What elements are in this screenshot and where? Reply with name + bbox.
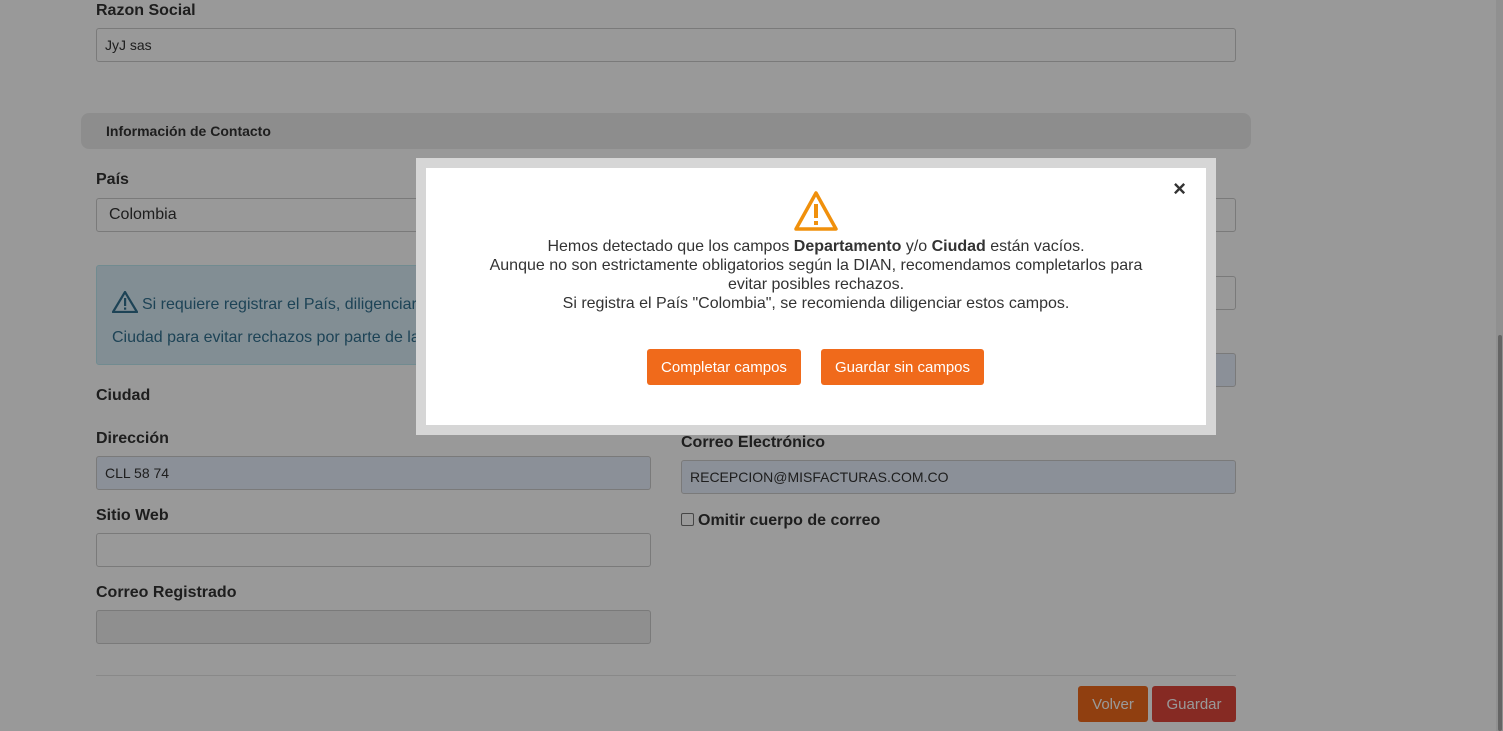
modal-frame: × Hemos detectado que los campos Departa… [416,158,1216,435]
completar-campos-button[interactable]: Completar campos [647,349,801,385]
guardar-sin-campos-button[interactable]: Guardar sin campos [821,349,984,385]
modal-line1-ciudad: Ciudad [931,238,986,255]
modal-message-line-2: Aunque no son estrictamente obligatorios… [489,257,1143,274]
warning-triangle-icon [793,190,839,237]
modal-line1-departamento: Departamento [793,238,902,255]
modal-line1-suffix: están vacíos. [985,238,1085,255]
modal-line1-prefix: Hemos detectado que los campos [547,238,794,255]
empty-fields-modal: × Hemos detectado que los campos Departa… [426,168,1206,425]
modal-line1-middle: y/o [901,238,932,255]
modal-message: Hemos detectado que los campos Departame… [456,237,1176,313]
close-icon[interactable]: × [1173,178,1186,200]
modal-message-line-1: Hemos detectado que los campos Departame… [456,237,1176,256]
modal-message-line-3: evitar posibles rechazos. [727,276,905,293]
modal-message-line-4: Si registra el País "Colombia", se recom… [562,295,1070,312]
